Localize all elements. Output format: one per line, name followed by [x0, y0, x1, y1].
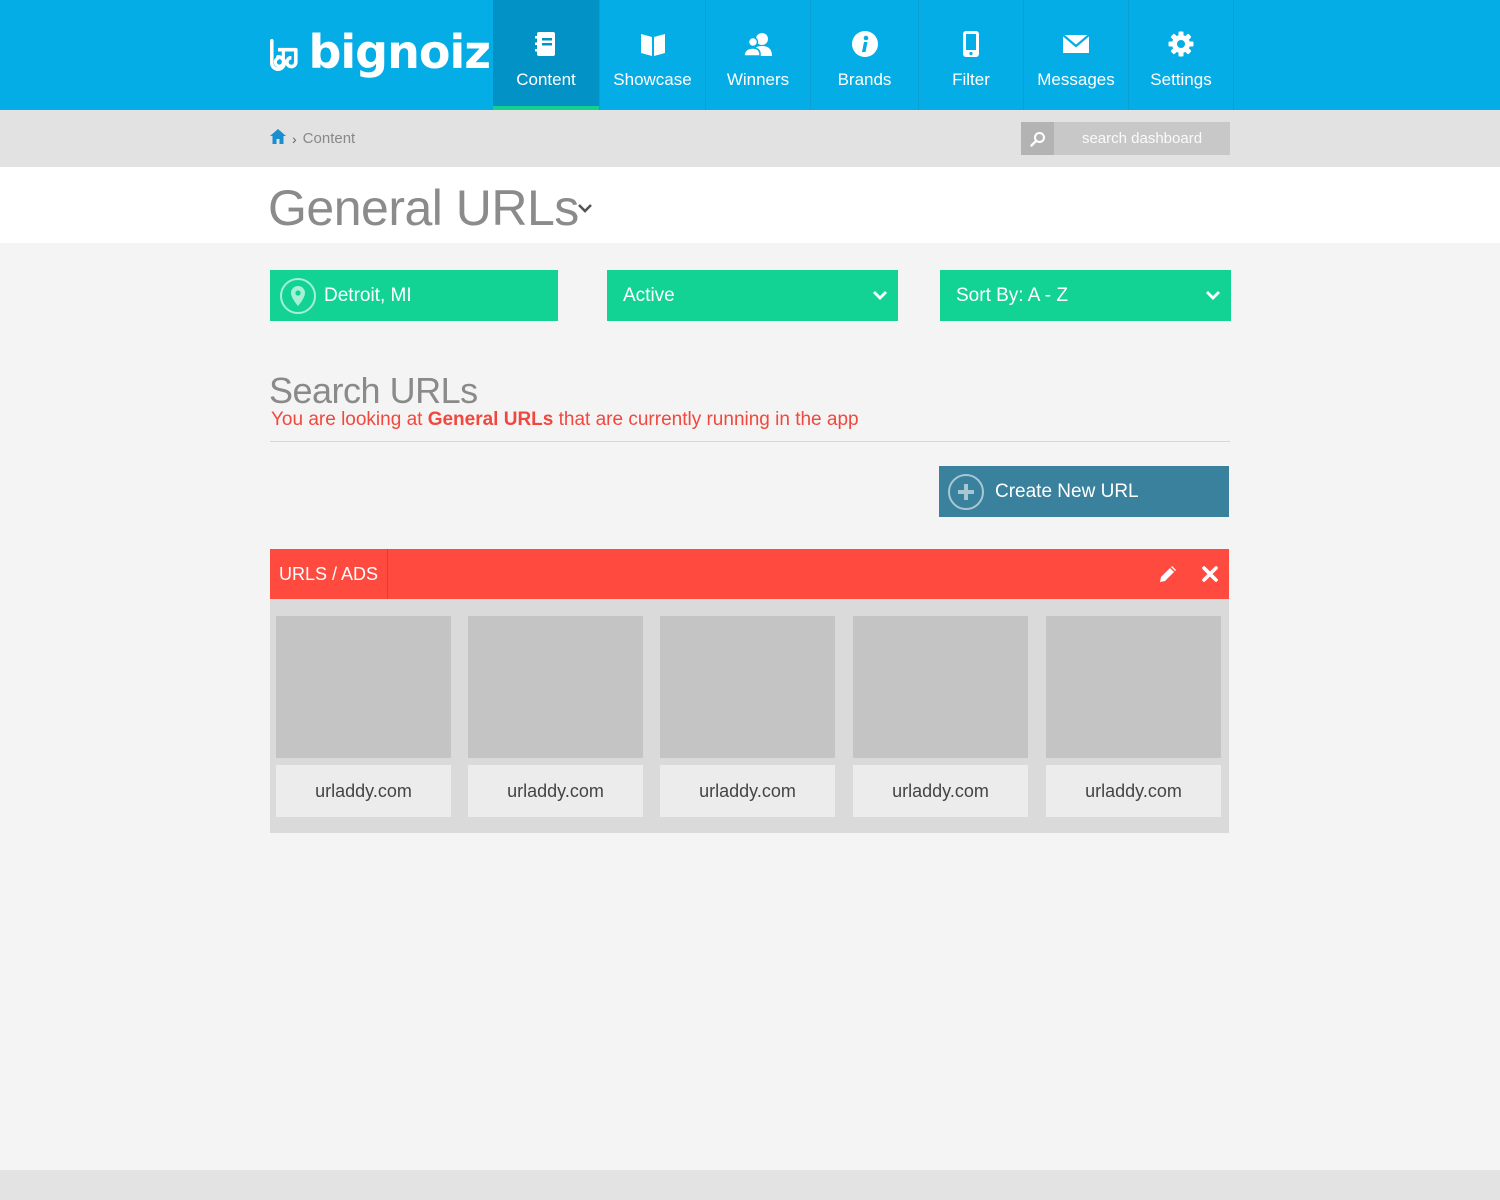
brand-name: bignoiz — [308, 25, 491, 79]
url-thumbnail — [660, 616, 835, 758]
page-title: General URLs — [268, 180, 579, 236]
home-icon[interactable] — [270, 129, 286, 148]
section-divider — [270, 441, 1230, 442]
nav-tab-brands[interactable]: Brands — [811, 0, 919, 110]
url-thumbnail — [853, 616, 1028, 758]
close-icon[interactable] — [1202, 566, 1218, 587]
location-pin-icon — [280, 277, 316, 314]
panel-header: URLS / ADS — [270, 549, 1229, 599]
url-thumbnail — [276, 616, 451, 758]
notebook-icon — [532, 28, 560, 60]
gear-icon — [1167, 28, 1195, 60]
page-footer — [0, 1170, 1500, 1200]
nav-label: Brands — [837, 70, 892, 89]
nav-tab-filter[interactable]: Filter — [919, 0, 1024, 110]
open-book-icon — [639, 28, 667, 60]
url-thumbnail — [468, 616, 643, 758]
breadcrumb-separator: › — [292, 130, 297, 147]
nav-tab-content[interactable]: Content — [493, 0, 600, 110]
url-card-label: urladdy.com — [1046, 765, 1221, 817]
dashboard-search — [1021, 122, 1230, 155]
search-input[interactable] — [1054, 122, 1230, 155]
subtitle-prefix: You are looking at — [271, 409, 428, 430]
url-card[interactable]: urladdy.com — [660, 616, 835, 818]
page-title-bar: General URLs — [0, 167, 1500, 243]
brand-logo[interactable]: bignoiz — [270, 20, 491, 90]
section-subtitle: You are looking at General URLs that are… — [271, 409, 859, 431]
nav-label: Settings — [1150, 70, 1212, 89]
sort-dropdown[interactable]: Sort By: A - Z — [940, 270, 1231, 321]
bignoiz-logo-icon — [270, 38, 298, 72]
location-filter-value: Detroit, MI — [324, 284, 412, 306]
top-navigation-bar: bignoiz Content Showcase Winners Brands — [0, 0, 1500, 110]
url-card-label: urladdy.com — [468, 765, 643, 817]
url-thumbnail — [1046, 616, 1221, 758]
url-card[interactable]: urladdy.com — [468, 616, 643, 818]
create-new-url-label: Create New URL — [995, 480, 1139, 502]
nav-label: Winners — [726, 70, 790, 89]
subtitle-highlight: General URLs — [427, 409, 554, 430]
url-card[interactable]: urladdy.com — [1046, 616, 1221, 818]
urls-ads-panel: URLS / ADS urladdy.com urladdy.com urlad… — [270, 549, 1229, 833]
nav-tab-settings[interactable]: Settings — [1129, 0, 1234, 110]
envelope-icon — [1062, 28, 1090, 60]
nav-label: Messages — [1037, 70, 1115, 89]
chevron-down-icon — [872, 286, 888, 308]
url-card-label: urladdy.com — [853, 765, 1028, 817]
main-nav: Content Showcase Winners Brands Filter M… — [493, 0, 1234, 110]
panel-title: URLS / ADS — [270, 549, 388, 599]
create-new-url-button[interactable]: Create New URL — [939, 466, 1229, 517]
url-card[interactable]: urladdy.com — [853, 616, 1028, 818]
info-circle-icon — [851, 28, 879, 60]
plus-circle-icon — [948, 473, 984, 510]
url-card[interactable]: urladdy.com — [276, 616, 451, 818]
nav-label: Showcase — [613, 70, 692, 89]
breadcrumb-current: Content — [302, 130, 356, 147]
breadcrumb: › Content — [270, 129, 355, 148]
status-dropdown[interactable]: Active — [607, 270, 898, 321]
chevron-down-icon — [1205, 286, 1221, 308]
status-dropdown-value: Active — [623, 284, 675, 306]
pencil-icon[interactable] — [1158, 564, 1178, 589]
breadcrumb-bar: › Content — [0, 110, 1500, 167]
nav-label: Content — [516, 70, 576, 89]
search-icon[interactable] — [1021, 122, 1054, 155]
section-title: Search URLs — [269, 370, 478, 411]
url-card-label: urladdy.com — [276, 765, 451, 817]
sort-dropdown-value: Sort By: A - Z — [956, 284, 1068, 306]
nav-label: Filter — [952, 70, 990, 89]
users-icon — [744, 28, 772, 60]
nav-tab-winners[interactable]: Winners — [706, 0, 811, 110]
mobile-phone-icon — [957, 28, 985, 60]
nav-tab-showcase[interactable]: Showcase — [600, 0, 706, 110]
subtitle-suffix: that are currently running in the app — [553, 409, 859, 430]
chevron-down-icon[interactable] — [576, 201, 594, 220]
location-filter[interactable]: Detroit, MI — [270, 270, 558, 321]
nav-tab-messages[interactable]: Messages — [1024, 0, 1129, 110]
url-card-label: urladdy.com — [660, 765, 835, 817]
